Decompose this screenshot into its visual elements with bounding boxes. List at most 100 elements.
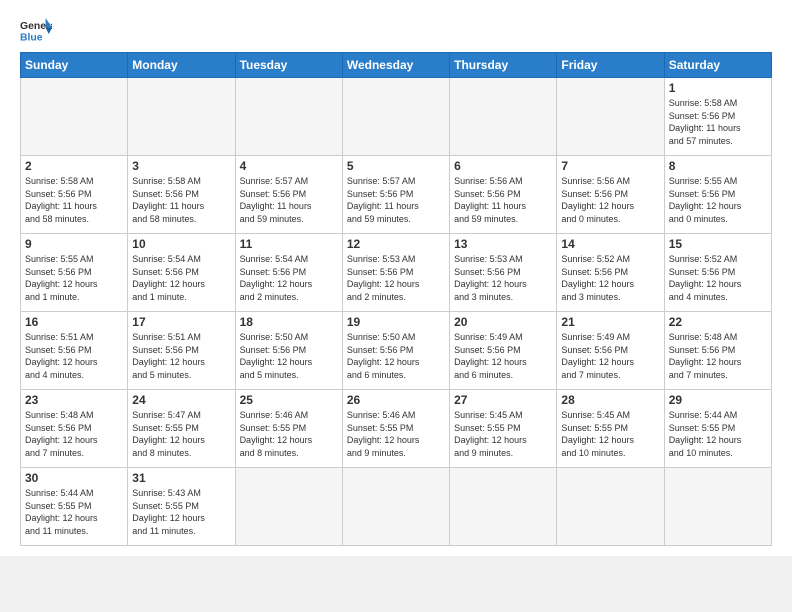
day-number: 29 — [669, 393, 767, 407]
weekday-header-tuesday: Tuesday — [235, 53, 342, 78]
weekday-header-sunday: Sunday — [21, 53, 128, 78]
weekday-header-saturday: Saturday — [664, 53, 771, 78]
day-info: Sunrise: 5:58 AM Sunset: 5:56 PM Dayligh… — [132, 175, 230, 225]
calendar-cell: 24 Sunrise: 5:47 AM Sunset: 5:55 PM Dayli… — [128, 390, 235, 468]
calendar-cell: 5 Sunrise: 5:57 AM Sunset: 5:56 PM Daylig… — [342, 156, 449, 234]
logo: General Blue — [20, 16, 52, 44]
day-number: 22 — [669, 315, 767, 329]
calendar-cell: 25Sunrise: 5:46 AM Sunset: 5:55 PM Dayli… — [235, 390, 342, 468]
header: General Blue — [20, 16, 772, 44]
day-info: Sunrise: 5:51 AM Sunset: 5:56 PM Dayligh… — [25, 331, 123, 381]
calendar-cell: 15 Sunrise: 5:52 AM Sunset: 5:56 PM Dayli… — [664, 234, 771, 312]
calendar-body: 1 Sunrise: 5:58 AM Sunset: 5:56 PM Daylig… — [21, 78, 772, 546]
calendar-cell: 18 Sunrise: 5:50 AM Sunset: 5:56 PM Dayli… — [235, 312, 342, 390]
day-info: Sunrise: 5:46 AM Sunset: 5:55 PM Dayligh… — [240, 409, 338, 459]
calendar-cell: 7 Sunrise: 5:56 AM Sunset: 5:56 PM Daylig… — [557, 156, 664, 234]
day-info: Sunrise: 5:54 AM Sunset: 5:56 PM Dayligh… — [240, 253, 338, 303]
day-info: Sunrise: 5:56 AM Sunset: 5:56 PM Dayligh… — [454, 175, 552, 225]
calendar-week-5: 30Sunrise: 5:44 AM Sunset: 5:55 PM Dayli… — [21, 468, 772, 546]
calendar-cell — [21, 78, 128, 156]
calendar-table: SundayMondayTuesdayWednesdayThursdayFrid… — [20, 52, 772, 546]
calendar-week-4: 23 Sunrise: 5:48 AM Sunset: 5:56 PM Dayli… — [21, 390, 772, 468]
day-info: Sunrise: 5:55 AM Sunset: 5:56 PM Dayligh… — [25, 253, 123, 303]
calendar-cell — [235, 468, 342, 546]
day-info: Sunrise: 5:49 AM Sunset: 5:56 PM Dayligh… — [454, 331, 552, 381]
calendar-cell: 6 Sunrise: 5:56 AM Sunset: 5:56 PM Daylig… — [450, 156, 557, 234]
day-info: Sunrise: 5:57 AM Sunset: 5:56 PM Dayligh… — [347, 175, 445, 225]
calendar-cell: 3 Sunrise: 5:58 AM Sunset: 5:56 PM Daylig… — [128, 156, 235, 234]
calendar-cell: 27Sunrise: 5:45 AM Sunset: 5:55 PM Dayli… — [450, 390, 557, 468]
day-number: 26 — [347, 393, 445, 407]
day-info: Sunrise: 5:48 AM Sunset: 5:56 PM Dayligh… — [25, 409, 123, 459]
calendar-cell — [450, 468, 557, 546]
day-number: 19 — [347, 315, 445, 329]
day-number: 5 — [347, 159, 445, 173]
day-info: Sunrise: 5:53 AM Sunset: 5:56 PM Dayligh… — [454, 253, 552, 303]
day-number: 12 — [347, 237, 445, 251]
day-number: 21 — [561, 315, 659, 329]
day-info: Sunrise: 5:46 AM Sunset: 5:55 PM Dayligh… — [347, 409, 445, 459]
day-info: Sunrise: 5:45 AM Sunset: 5:55 PM Dayligh… — [561, 409, 659, 459]
svg-text:Blue: Blue — [20, 32, 43, 43]
calendar-week-2: 9Sunrise: 5:55 AM Sunset: 5:56 PM Daylig… — [21, 234, 772, 312]
calendar-cell: 2 Sunrise: 5:58 AM Sunset: 5:56 PM Daylig… — [21, 156, 128, 234]
weekday-header-friday: Friday — [557, 53, 664, 78]
day-number: 18 — [240, 315, 338, 329]
calendar-cell: 23 Sunrise: 5:48 AM Sunset: 5:56 PM Dayli… — [21, 390, 128, 468]
day-number: 7 — [561, 159, 659, 173]
calendar-cell: 11 Sunrise: 5:54 AM Sunset: 5:56 PM Dayli… — [235, 234, 342, 312]
calendar-cell: 14Sunrise: 5:52 AM Sunset: 5:56 PM Dayli… — [557, 234, 664, 312]
day-info: Sunrise: 5:52 AM Sunset: 5:56 PM Dayligh… — [561, 253, 659, 303]
calendar-cell: 10Sunrise: 5:54 AM Sunset: 5:56 PM Dayli… — [128, 234, 235, 312]
day-number: 8 — [669, 159, 767, 173]
day-number: 11 — [240, 237, 338, 251]
day-info: Sunrise: 5:47 AM Sunset: 5:55 PM Dayligh… — [132, 409, 230, 459]
day-info: Sunrise: 5:57 AM Sunset: 5:56 PM Dayligh… — [240, 175, 338, 225]
calendar-header: SundayMondayTuesdayWednesdayThursdayFrid… — [21, 53, 772, 78]
weekday-header-wednesday: Wednesday — [342, 53, 449, 78]
day-number: 27 — [454, 393, 552, 407]
calendar-cell — [450, 78, 557, 156]
calendar-cell: 8 Sunrise: 5:55 AM Sunset: 5:56 PM Daylig… — [664, 156, 771, 234]
calendar-cell: 26 Sunrise: 5:46 AM Sunset: 5:55 PM Dayli… — [342, 390, 449, 468]
calendar-cell: 16 Sunrise: 5:51 AM Sunset: 5:56 PM Dayli… — [21, 312, 128, 390]
calendar-cell: 9Sunrise: 5:55 AM Sunset: 5:56 PM Daylig… — [21, 234, 128, 312]
calendar-cell — [342, 468, 449, 546]
day-number: 20 — [454, 315, 552, 329]
day-info: Sunrise: 5:58 AM Sunset: 5:56 PM Dayligh… — [669, 97, 767, 147]
day-number: 16 — [25, 315, 123, 329]
day-number: 6 — [454, 159, 552, 173]
day-info: Sunrise: 5:50 AM Sunset: 5:56 PM Dayligh… — [347, 331, 445, 381]
calendar-cell: 21 Sunrise: 5:49 AM Sunset: 5:56 PM Dayli… — [557, 312, 664, 390]
day-info: Sunrise: 5:58 AM Sunset: 5:56 PM Dayligh… — [25, 175, 123, 225]
page: General Blue SundayMondayTuesdayWednesda… — [0, 0, 792, 556]
generalblue-logo-icon: General Blue — [20, 16, 52, 44]
day-number: 17 — [132, 315, 230, 329]
day-info: Sunrise: 5:43 AM Sunset: 5:55 PM Dayligh… — [132, 487, 230, 537]
day-info: Sunrise: 5:55 AM Sunset: 5:56 PM Dayligh… — [669, 175, 767, 225]
day-number: 13 — [454, 237, 552, 251]
day-number: 30 — [25, 471, 123, 485]
calendar-week-0: 1 Sunrise: 5:58 AM Sunset: 5:56 PM Daylig… — [21, 78, 772, 156]
day-number: 15 — [669, 237, 767, 251]
calendar-cell — [557, 78, 664, 156]
day-number: 2 — [25, 159, 123, 173]
day-number: 3 — [132, 159, 230, 173]
day-info: Sunrise: 5:50 AM Sunset: 5:56 PM Dayligh… — [240, 331, 338, 381]
day-info: Sunrise: 5:48 AM Sunset: 5:56 PM Dayligh… — [669, 331, 767, 381]
calendar-cell — [128, 78, 235, 156]
calendar-cell — [235, 78, 342, 156]
day-info: Sunrise: 5:56 AM Sunset: 5:56 PM Dayligh… — [561, 175, 659, 225]
day-number: 1 — [669, 81, 767, 95]
day-info: Sunrise: 5:49 AM Sunset: 5:56 PM Dayligh… — [561, 331, 659, 381]
day-number: 23 — [25, 393, 123, 407]
day-number: 10 — [132, 237, 230, 251]
day-number: 31 — [132, 471, 230, 485]
calendar-cell: 28Sunrise: 5:45 AM Sunset: 5:55 PM Dayli… — [557, 390, 664, 468]
day-number: 24 — [132, 393, 230, 407]
day-info: Sunrise: 5:52 AM Sunset: 5:56 PM Dayligh… — [669, 253, 767, 303]
calendar-cell — [557, 468, 664, 546]
calendar-cell: 20 Sunrise: 5:49 AM Sunset: 5:56 PM Dayli… — [450, 312, 557, 390]
calendar-cell: 29Sunrise: 5:44 AM Sunset: 5:55 PM Dayli… — [664, 390, 771, 468]
calendar-cell: 13 Sunrise: 5:53 AM Sunset: 5:56 PM Dayli… — [450, 234, 557, 312]
